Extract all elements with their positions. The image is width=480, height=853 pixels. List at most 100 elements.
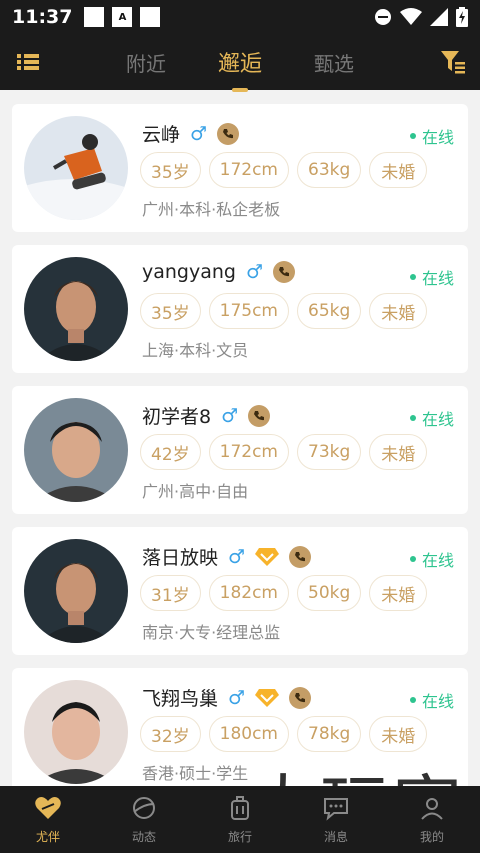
avatar[interactable]	[24, 680, 128, 784]
dnd-icon	[375, 9, 391, 25]
tag-marital: 未婚	[369, 293, 428, 329]
tag-age: 32岁	[140, 716, 201, 752]
online-dot-icon	[409, 415, 416, 421]
male-icon: ♂	[228, 686, 246, 709]
online-label: 在线	[421, 692, 454, 711]
tag-age: 42岁	[140, 434, 201, 470]
nav-moments-label: 动态	[131, 830, 156, 844]
tab-nearby[interactable]: 附近	[120, 48, 172, 77]
luggage-icon	[231, 796, 249, 820]
user-tags: 35岁 172cm 63kg 未婚	[140, 152, 428, 188]
avatar[interactable]	[24, 116, 128, 220]
online-label: 在线	[421, 269, 454, 288]
tag-height: 180cm	[208, 716, 289, 752]
battery-icon	[456, 7, 468, 27]
user-card[interactable]: yangyang ♂ 在线 35岁 175cm 65kg 未婚 上海·本科·文员	[12, 245, 468, 373]
user-name: 云峥	[142, 124, 181, 146]
tag-marital: 未婚	[369, 434, 428, 470]
user-name: 飞翔鸟巢	[142, 688, 219, 710]
online-label: 在线	[421, 410, 454, 429]
status-time: 11:37	[12, 6, 73, 28]
list-menu-icon[interactable]	[16, 50, 40, 74]
nav-travel-label: 旅行	[227, 830, 252, 844]
nav-messages[interactable]: 消息	[288, 786, 384, 853]
tag-weight: 63kg	[297, 152, 362, 188]
nav-moments[interactable]: 动态	[96, 786, 192, 853]
phone-icon[interactable]	[248, 404, 271, 427]
signal-icon	[430, 8, 448, 26]
status-bar: 11:37 A	[0, 0, 480, 34]
online-status: 在线	[409, 265, 454, 289]
tag-age: 35岁	[140, 152, 201, 188]
bottom-navigation: 尤伴 动态 旅行 消息 我的	[0, 786, 480, 853]
wifi-icon	[400, 8, 422, 25]
online-status: 在线	[409, 124, 454, 148]
user-card[interactable]: 云峥 ♂ 在线 35岁 172cm 63kg 未婚 广州·本科·私企老板	[12, 104, 468, 232]
online-status: 在线	[409, 547, 454, 571]
online-label: 在线	[421, 128, 454, 147]
avatar[interactable]	[24, 539, 128, 643]
chat-icon	[324, 798, 348, 821]
tag-height: 175cm	[208, 293, 289, 329]
phone-icon[interactable]	[217, 122, 240, 145]
phone-icon[interactable]	[273, 261, 296, 283]
user-name: 落日放映	[142, 547, 219, 569]
phone-icon[interactable]	[289, 545, 312, 568]
online-dot-icon	[409, 133, 416, 139]
nav-profile-label: 我的	[419, 830, 444, 844]
online-status: 在线	[409, 688, 454, 712]
phone-icon[interactable]	[289, 686, 312, 709]
male-icon: ♂	[221, 404, 239, 427]
tag-age: 31岁	[140, 575, 201, 611]
user-list: 云峥 ♂ 在线 35岁 172cm 63kg 未婚 广州·本科·私企老板 yan…	[0, 90, 480, 786]
nav-profile[interactable]: 我的	[384, 786, 480, 853]
tag-weight: 50kg	[297, 575, 362, 611]
user-description: 南京·大专·经理总监	[142, 623, 281, 642]
tag-marital: 未婚	[369, 152, 428, 188]
male-icon: ♂	[228, 545, 246, 568]
avatar[interactable]	[24, 398, 128, 502]
tab-selected[interactable]: 甄选	[308, 48, 360, 77]
online-dot-icon	[409, 556, 416, 562]
nav-travel[interactable]: 旅行	[192, 786, 288, 853]
male-icon: ♂	[190, 122, 208, 145]
user-tags: 31岁 182cm 50kg 未婚	[140, 575, 428, 611]
vip-diamond-icon	[255, 547, 280, 566]
tag-weight: 65kg	[297, 293, 362, 329]
user-card[interactable]: 落日放映 ♂ 在线 31岁 182cm 50kg 未婚 南京·大专·经理总监	[12, 527, 468, 655]
user-description: 香港·硕士·学生	[142, 764, 249, 783]
user-name: yangyang	[142, 261, 236, 283]
online-label: 在线	[421, 551, 454, 570]
male-icon: ♂	[245, 261, 264, 283]
user-tags: 32岁 180cm 78kg 未婚	[140, 716, 428, 752]
avatar[interactable]	[24, 257, 128, 361]
notification-icon-2	[140, 7, 161, 27]
vip-diamond-icon	[255, 688, 280, 707]
tab-encounter[interactable]: 邂逅	[212, 46, 268, 92]
user-description: 广州·本科·私企老板	[142, 200, 281, 219]
user-tags: 42岁 172cm 73kg 未婚	[140, 434, 428, 470]
user-card[interactable]: 初学者8 ♂ 在线 42岁 172cm 73kg 未婚 广州·高中·自由	[12, 386, 468, 514]
filter-icon[interactable]	[440, 49, 466, 75]
tag-marital: 未婚	[369, 716, 428, 752]
user-name: 初学者8	[142, 406, 212, 428]
tag-height: 182cm	[208, 575, 289, 611]
top-navigation: 附近 邂逅 甄选	[0, 34, 480, 92]
profile-icon	[421, 798, 443, 820]
tag-weight: 78kg	[297, 716, 362, 752]
nav-companion[interactable]: 尤伴	[0, 786, 96, 853]
user-description: 广州·高中·自由	[142, 482, 249, 501]
tag-height: 172cm	[208, 434, 289, 470]
user-description: 上海·本科·文员	[142, 341, 249, 360]
tab-bar: 附近 邂逅 甄选	[100, 34, 380, 92]
tag-height: 172cm	[208, 152, 289, 188]
user-tags: 35岁 175cm 65kg 未婚	[140, 293, 428, 329]
tag-weight: 73kg	[297, 434, 362, 470]
notification-icon	[84, 7, 105, 27]
online-dot-icon	[409, 697, 416, 703]
heart-icon	[35, 797, 61, 819]
planet-icon	[133, 797, 155, 819]
online-dot-icon	[409, 274, 416, 280]
online-status: 在线	[409, 406, 454, 430]
tag-age: 35岁	[140, 293, 201, 329]
